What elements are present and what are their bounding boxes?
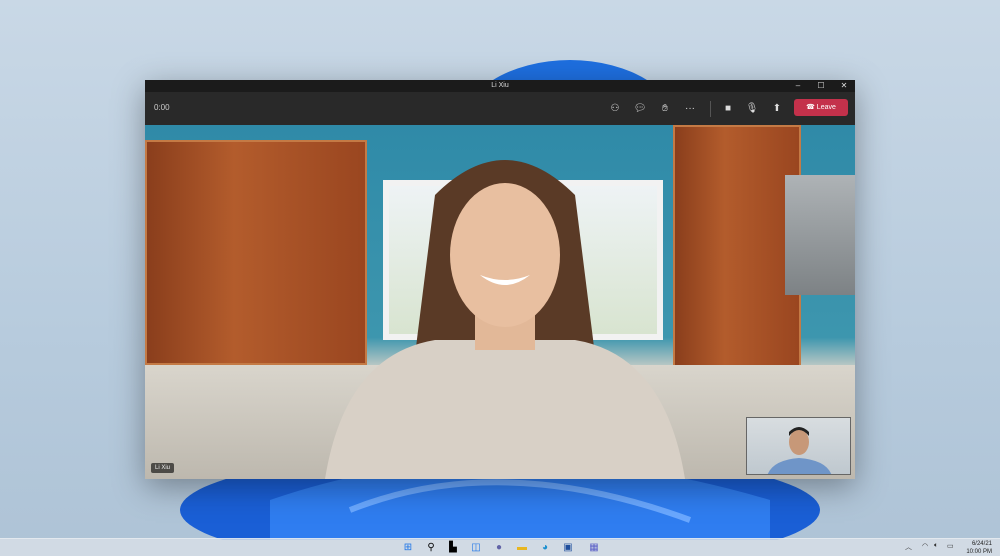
window-title: Li Xiu: [491, 82, 509, 89]
toolbar-divider: [710, 101, 711, 117]
date: 6/24/21: [971, 541, 992, 547]
start-icon[interactable]: ⊞: [402, 542, 414, 554]
edge-icon[interactable]: ◕: [539, 542, 551, 554]
call-toolbar: 0:00 ⚇ 💬︎ ✋︎ ··· ■ 🎙︎ ⬆ ☎ Leave: [145, 92, 855, 125]
minimize-button[interactable]: –: [787, 80, 809, 92]
chat-app-icon[interactable]: ●: [493, 542, 505, 554]
teams-call-window: Li Xiu – ☐ ✕ 0:00 ⚇ 💬︎ ✋︎ ··· ■ 🎙︎ ⬆ ☎ L…: [145, 80, 855, 479]
share-icon[interactable]: ⬆: [769, 101, 785, 117]
title-bar: Li Xiu – ☐ ✕: [145, 80, 855, 92]
people-icon[interactable]: ⚇: [607, 101, 623, 117]
volume-icon[interactable]: 🔈︎: [934, 542, 938, 550]
file-explorer-icon[interactable]: ▬: [516, 542, 528, 554]
clock[interactable]: 6/24/21 10:00 PM: [966, 540, 992, 556]
self-view-video[interactable]: [746, 417, 851, 475]
wifi-icon[interactable]: ◠: [922, 542, 928, 550]
maximize-button[interactable]: ☐: [810, 80, 832, 92]
widgets-icon[interactable]: ◫: [470, 542, 482, 554]
teams-icon[interactable]: ▦: [588, 542, 600, 554]
close-button[interactable]: ✕: [833, 80, 855, 92]
phone-hangup-icon: ☎: [806, 104, 817, 111]
call-timer: 0:00: [154, 103, 170, 112]
raise-hand-icon[interactable]: ✋︎: [657, 101, 673, 117]
task-view-icon[interactable]: ▙: [447, 542, 459, 554]
store-icon[interactable]: ▣: [562, 542, 574, 554]
participant-video: [325, 160, 685, 479]
camera-icon[interactable]: ■: [720, 101, 736, 117]
video-range-hood: [785, 175, 855, 295]
participant-name-tag: Li Xiu: [151, 463, 175, 473]
time: 10:00 PM: [966, 549, 992, 555]
taskbar: ⊞ ⚲ ▙ ◫ ● ▬ ◕ ▣ ▦ ︿ ◠ 🔈︎ ▭ 6/24/21 10:00 …: [0, 538, 1000, 556]
search-icon[interactable]: ⚲: [425, 542, 437, 554]
main-video-feed: Li Xiu: [145, 125, 855, 479]
more-icon[interactable]: ···: [682, 101, 698, 117]
chat-icon[interactable]: 💬︎: [632, 101, 648, 117]
battery-icon[interactable]: ▭: [947, 542, 954, 550]
leave-button[interactable]: ☎ Leave: [794, 99, 848, 116]
leave-label: Leave: [816, 104, 836, 111]
mic-icon[interactable]: 🎙︎: [744, 101, 760, 117]
self-view-person: [767, 427, 832, 474]
video-cabinet-right: [673, 125, 801, 367]
chevron-up-icon[interactable]: ︿: [905, 542, 912, 552]
